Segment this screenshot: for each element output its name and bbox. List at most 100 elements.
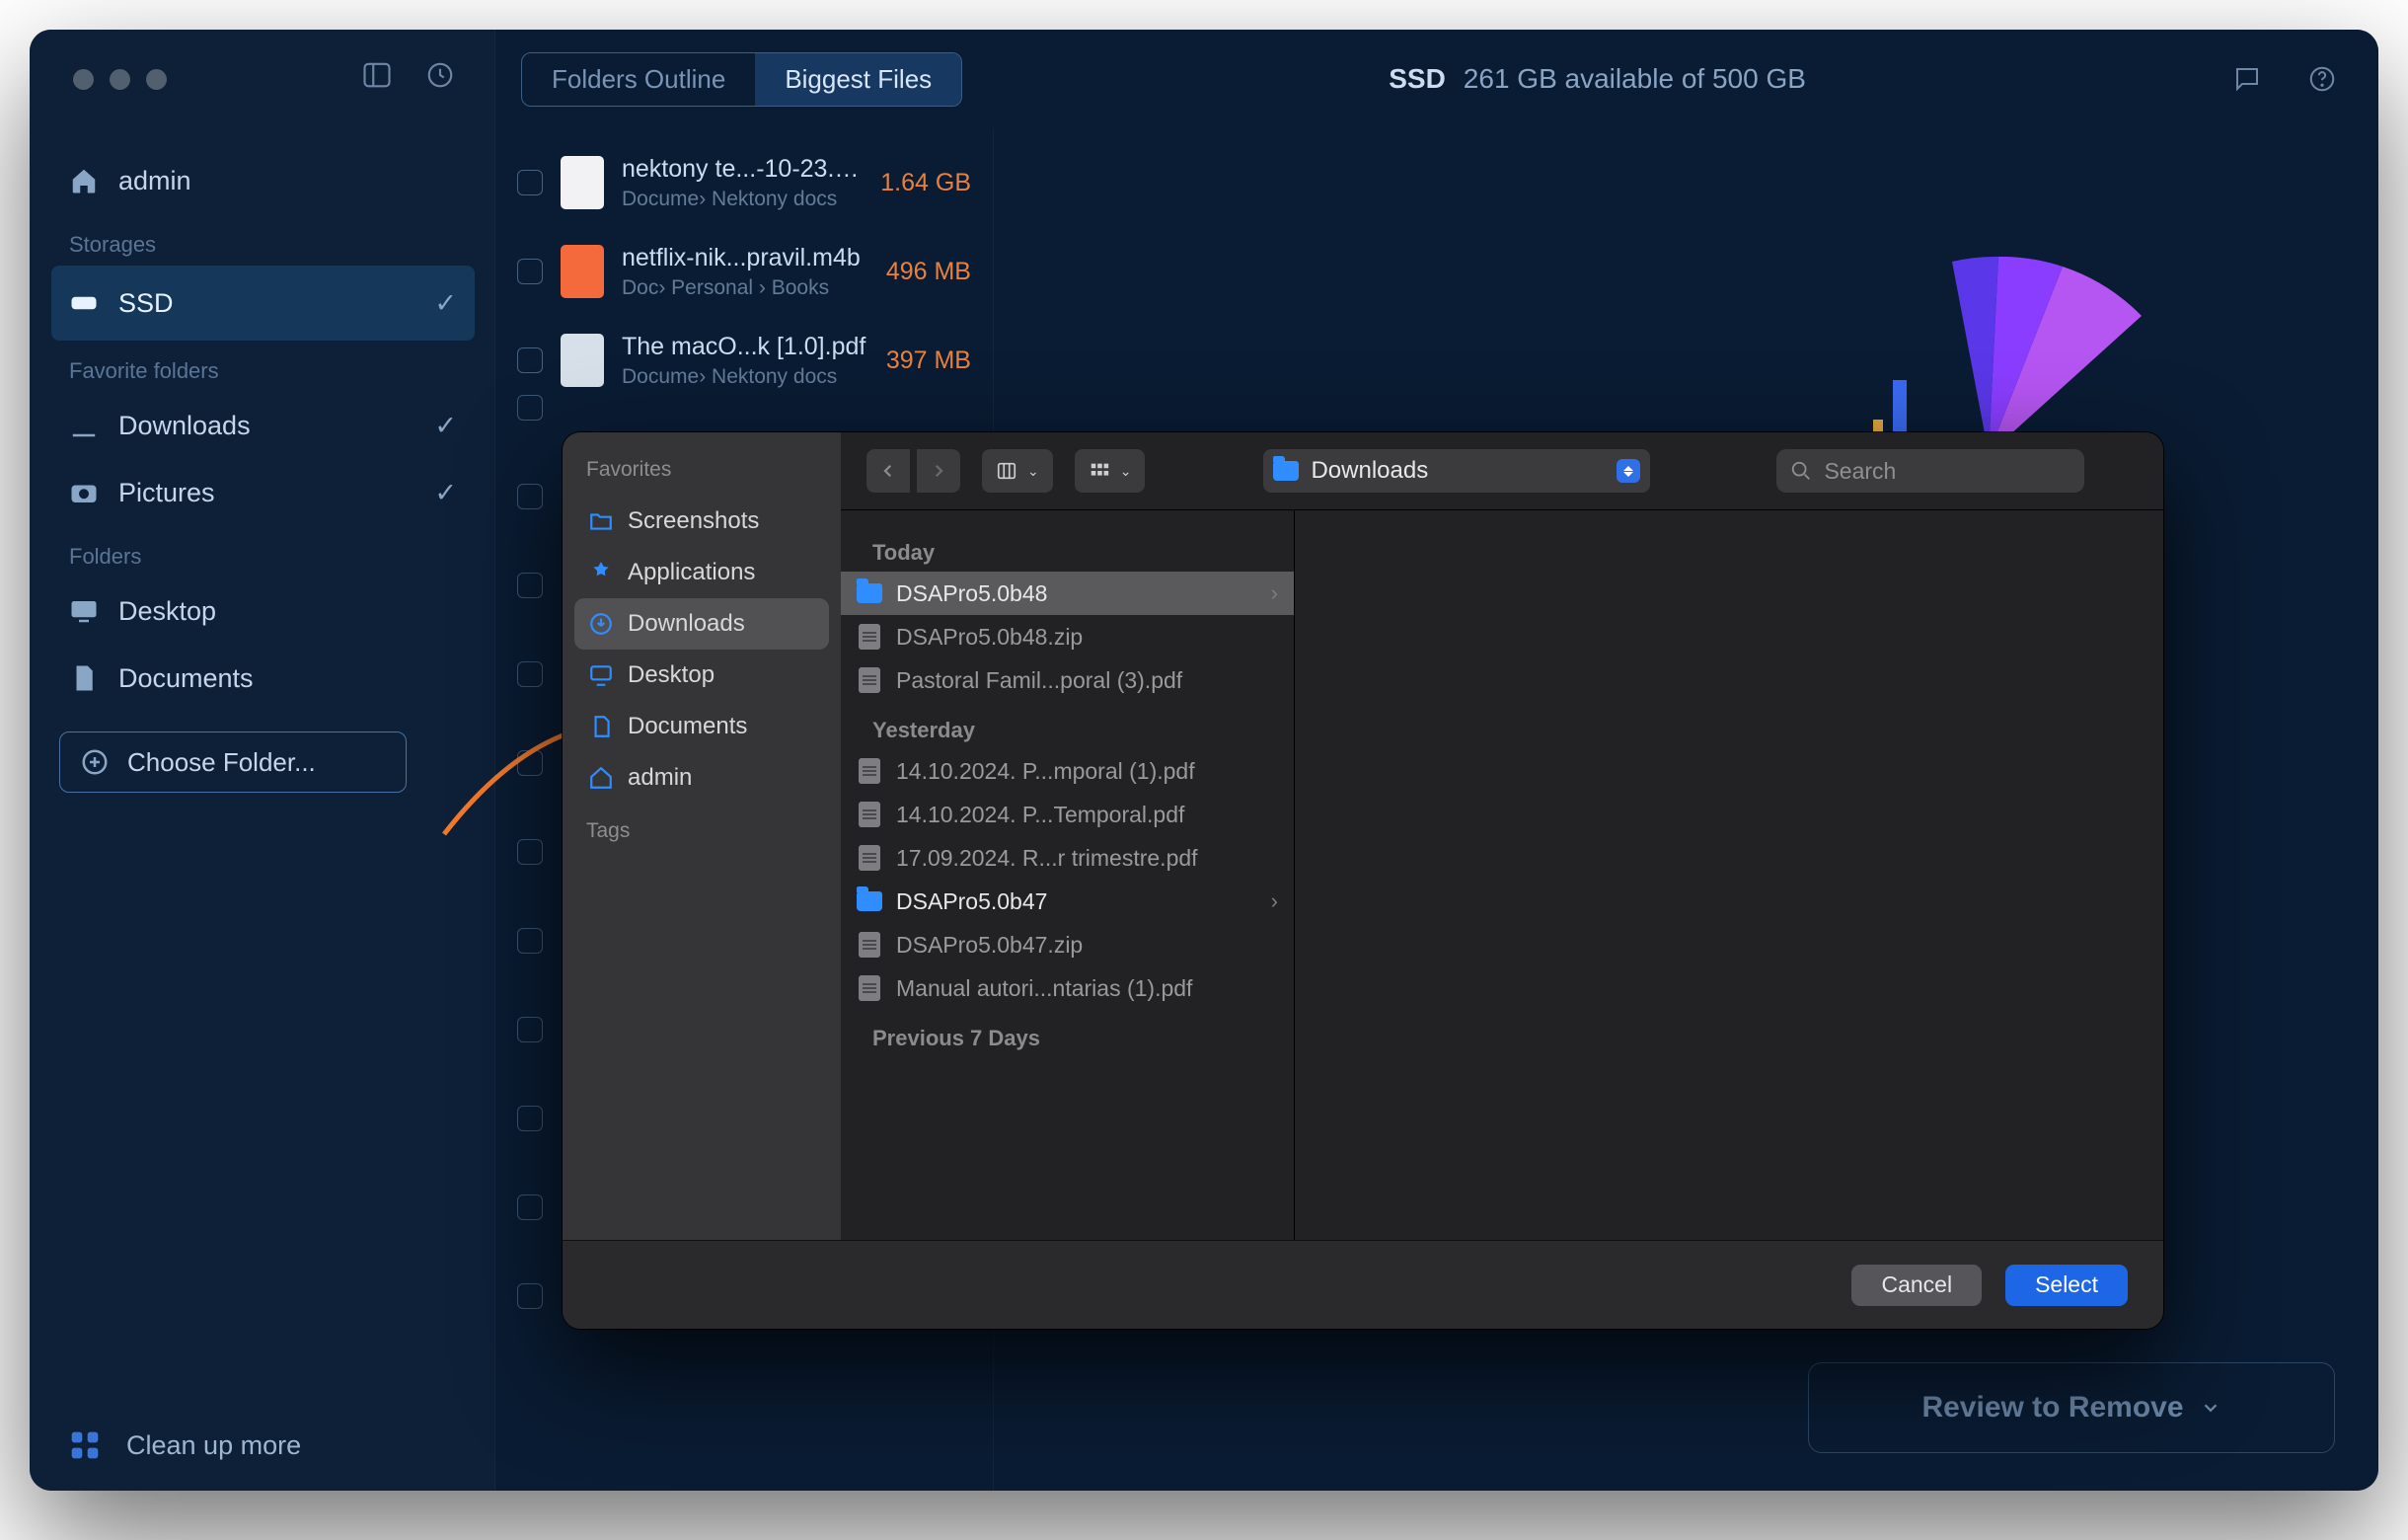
cleanup-more-label: Clean up more	[126, 1430, 301, 1461]
column-view-button[interactable]: ⌄	[982, 449, 1053, 493]
location-popup[interactable]: Downloads	[1263, 449, 1650, 493]
search-placeholder: Search	[1824, 458, 1896, 485]
sidebar: admin Storages SSD ✓ Favorite folders Do…	[30, 30, 495, 1491]
dialog-footer: Cancel Select	[563, 1240, 2163, 1329]
file-checkbox[interactable]	[517, 170, 543, 195]
choose-folder-button[interactable]: Choose Folder...	[59, 732, 407, 793]
dialog-sidebar-item-desktop[interactable]: Desktop	[574, 650, 829, 701]
file-entry[interactable]: DSAPro5.0b47.zip	[841, 923, 1294, 966]
sidebar-documents-label: Documents	[118, 663, 254, 694]
section-folders-label: Folders	[51, 526, 475, 578]
sidebar-ssd-label: SSD	[118, 288, 174, 319]
file-thumbnail	[561, 245, 604, 298]
sidebar-item-documents[interactable]: Documents	[51, 645, 475, 712]
file-size: 1.64 GB	[880, 169, 971, 197]
file-entry[interactable]: Manual autori...ntarias (1).pdf	[841, 966, 1294, 1010]
sidebar-item-downloads[interactable]: Downloads ✓	[51, 392, 475, 459]
dialog-tags-label: Tags	[574, 809, 829, 851]
file-row[interactable]: nektony te...-10-23.zip Docume› Nektony …	[495, 138, 993, 227]
location-stepper-icon	[1617, 459, 1640, 483]
file-thumbnail	[561, 156, 604, 209]
dialog-sidebar-item-downloads[interactable]: Downloads	[574, 598, 829, 650]
camera-icon	[69, 478, 99, 507]
plus-circle-icon	[80, 747, 110, 777]
maximize-window-button[interactable]	[146, 69, 167, 90]
tab-folders-outline[interactable]: Folders Outline	[522, 53, 755, 106]
sidebar-footer[interactable]: Clean up more	[51, 1418, 475, 1469]
window-toolbar-icons	[362, 60, 475, 90]
choose-folder-label: Choose Folder...	[127, 747, 316, 778]
dialog-column-1: TodayDSAPro5.0b48›DSAPro5.0b48.zipPastor…	[841, 510, 1295, 1240]
file-icon	[857, 667, 882, 693]
file-entry[interactable]: DSAPro5.0b48.zip	[841, 615, 1294, 658]
file-row[interactable]: The macO...k [1.0].pdf Docume› Nektony d…	[495, 316, 993, 405]
file-name: nektony te...-10-23.zip	[622, 155, 863, 184]
section-storages-label: Storages	[51, 214, 475, 266]
sidebar-pictures-label: Pictures	[118, 478, 215, 508]
folder-icon	[588, 508, 614, 534]
file-entry[interactable]: 14.10.2024. P...mporal (1).pdf	[841, 749, 1294, 793]
file-icon	[857, 624, 882, 650]
tab-biggest-files[interactable]: Biggest Files	[755, 53, 961, 106]
sidebar-item-home[interactable]: admin	[51, 147, 475, 214]
file-row[interactable]: netflix-nik...pravil.m4b Doc› Personal ›…	[495, 227, 993, 316]
view-mode-segment: Folders Outline Biggest Files	[521, 52, 962, 107]
dialog-main: ⌄ ⌄ Downloads Search TodayDSAPro5.0b48›D…	[841, 432, 2163, 1240]
dialog-toolbar: ⌄ ⌄ Downloads Search	[841, 432, 2163, 509]
group-header: Today	[841, 524, 1294, 572]
download-icon	[588, 611, 614, 637]
help-icon[interactable]	[2307, 64, 2337, 94]
checkmark-icon: ✓	[434, 478, 457, 508]
checkmark-icon: ✓	[434, 411, 457, 441]
nav-back-button[interactable]	[866, 449, 910, 493]
home-icon	[69, 166, 99, 195]
storage-summary: SSD 261 GB available of 500 GB	[982, 63, 2213, 95]
dialog-sidebar-item-screenshots[interactable]: Screenshots	[574, 496, 829, 547]
chevron-right-icon: ›	[1271, 580, 1278, 606]
download-icon	[69, 411, 99, 440]
open-panel-dialog: Favorites ScreenshotsApplicationsDownloa…	[563, 432, 2163, 1329]
review-to-remove-button[interactable]: Review to Remove	[1808, 1362, 2335, 1453]
feedback-icon[interactable]	[2232, 64, 2262, 94]
file-thumbnail	[561, 334, 604, 387]
dialog-sidebar-item-applications[interactable]: Applications	[574, 547, 829, 598]
group-header: Previous 7 Days	[841, 1010, 1294, 1057]
sidebar-item-pictures[interactable]: Pictures ✓	[51, 459, 475, 526]
dialog-sidebar-item-admin[interactable]: admin	[574, 752, 829, 804]
file-entry[interactable]: DSAPro5.0b48›	[841, 572, 1294, 615]
sidebar-item-ssd[interactable]: SSD ✓	[51, 266, 475, 341]
folder-icon	[857, 580, 882, 606]
cancel-button[interactable]: Cancel	[1851, 1265, 1982, 1306]
file-entry[interactable]: 14.10.2024. P...Temporal.pdf	[841, 793, 1294, 836]
file-checkbox[interactable]	[517, 259, 543, 284]
select-button[interactable]: Select	[2005, 1265, 2128, 1306]
checkmark-icon: ✓	[434, 288, 457, 319]
nav-forward-button[interactable]	[917, 449, 960, 493]
group-view-button[interactable]: ⌄	[1075, 449, 1146, 493]
dialog-sidebar-item-documents[interactable]: Documents	[574, 701, 829, 752]
file-path: Doc› Personal › Books	[622, 276, 868, 300]
file-icon	[857, 975, 882, 1001]
file-icon	[857, 758, 882, 784]
close-window-button[interactable]	[73, 69, 94, 90]
file-entry[interactable]: Pastoral Famil...poral (3).pdf	[841, 658, 1294, 702]
search-field[interactable]: Search	[1776, 449, 2084, 493]
file-checkbox[interactable]	[517, 347, 543, 373]
home-icon	[588, 765, 614, 791]
minimize-window-button[interactable]	[110, 69, 130, 90]
file-entry[interactable]: DSAPro5.0b47›	[841, 880, 1294, 923]
location-label: Downloads	[1311, 457, 1428, 485]
chevron-down-icon	[2200, 1397, 2221, 1419]
file-path: Docume› Nektony docs	[622, 365, 868, 389]
app-window: admin Storages SSD ✓ Favorite folders Do…	[30, 30, 2378, 1491]
file-entry[interactable]: 17.09.2024. R...r trimestre.pdf	[841, 836, 1294, 880]
group-header: Yesterday	[841, 702, 1294, 749]
toggle-sidebar-icon[interactable]	[362, 60, 392, 90]
dialog-column-2	[1295, 510, 2163, 1240]
sidebar-item-desktop[interactable]: Desktop	[51, 578, 475, 645]
history-icon[interactable]	[425, 60, 455, 90]
file-icon	[857, 845, 882, 871]
desktop-icon	[69, 596, 99, 626]
dialog-favorites-label: Favorites	[574, 448, 829, 490]
search-icon	[1790, 460, 1812, 482]
